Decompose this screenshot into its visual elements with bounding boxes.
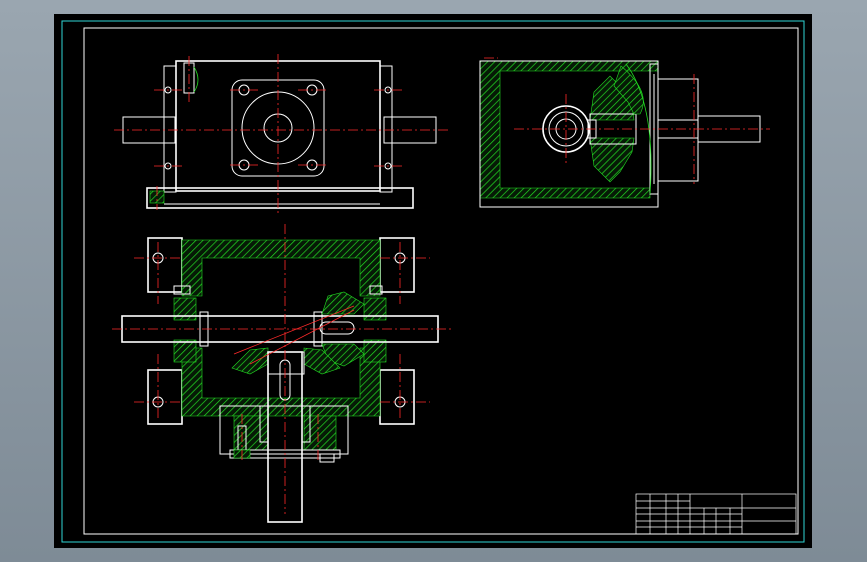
title-block xyxy=(635,493,797,535)
top-view xyxy=(114,54,449,214)
drawing-sheet xyxy=(54,14,812,548)
section-view xyxy=(112,224,454,523)
cad-drawing xyxy=(61,20,805,543)
outer-frame xyxy=(61,20,805,543)
side-view xyxy=(479,57,770,208)
